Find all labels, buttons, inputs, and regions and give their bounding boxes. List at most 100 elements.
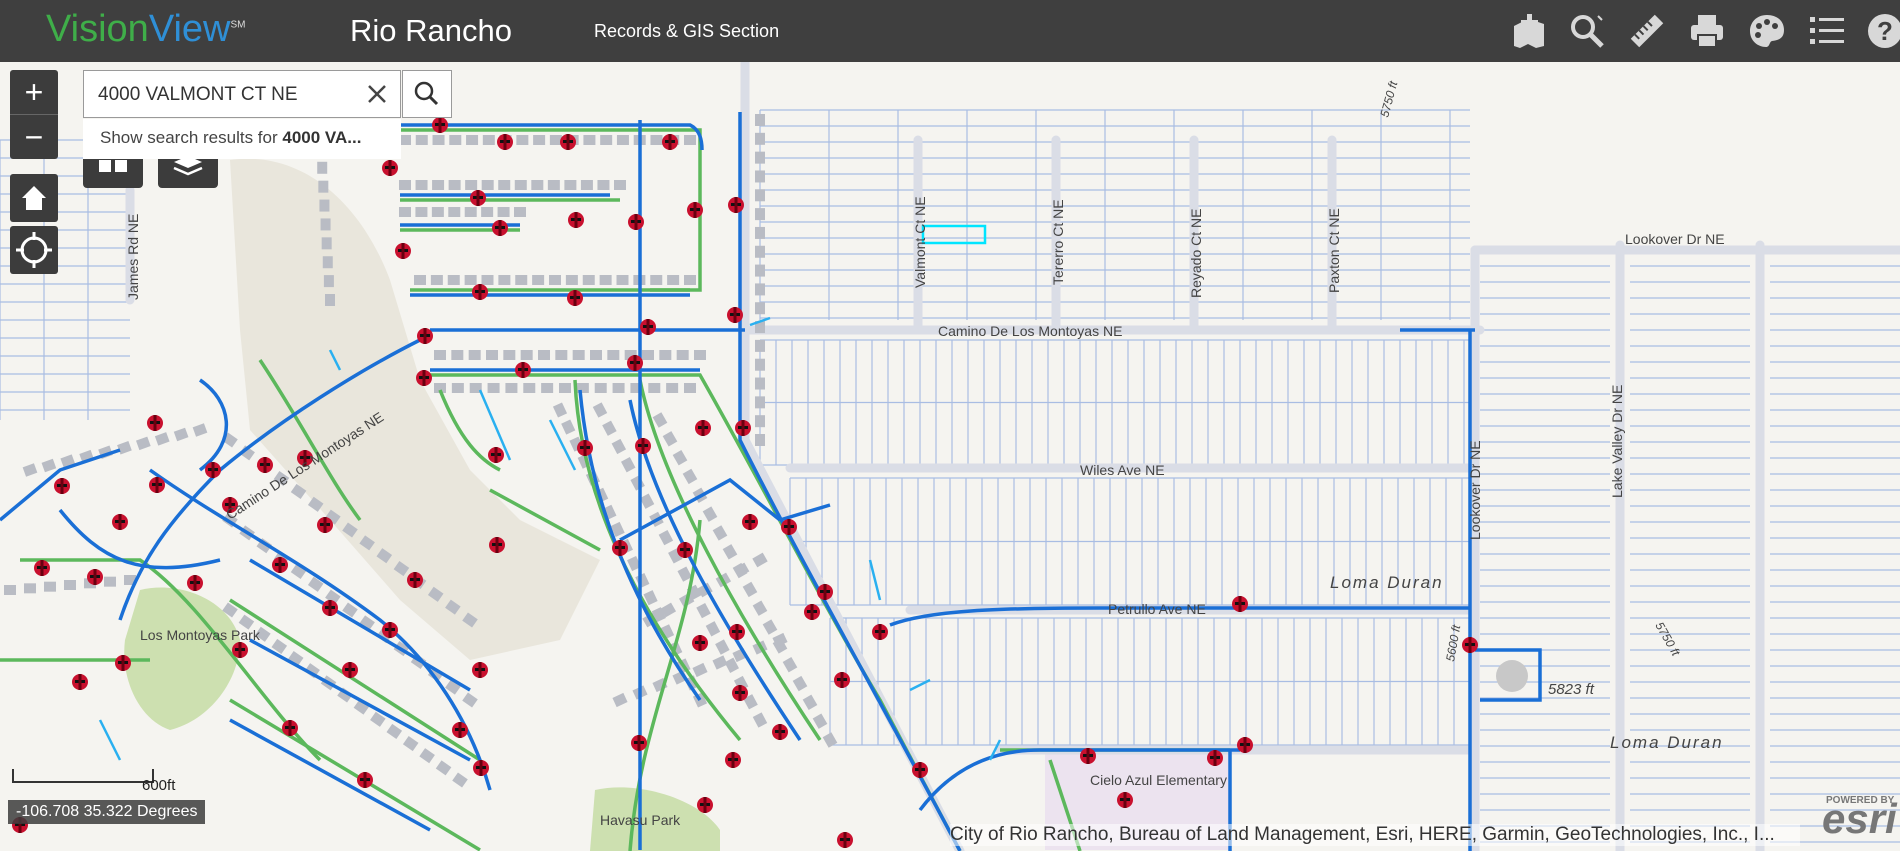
hydrant-icon[interactable] [804,604,820,620]
home-button[interactable] [10,174,58,222]
hydrant-icon[interactable] [735,420,751,436]
street-label: Wiles Ave NE [1080,462,1165,478]
hydrant-icon[interactable] [407,572,423,588]
hydrant-icon[interactable] [395,243,411,259]
zoom-out-button[interactable]: − [10,114,58,159]
hydrant-icon[interactable] [697,797,713,813]
help-icon[interactable]: ? [1866,12,1900,50]
hydrant-icon[interactable] [1207,750,1223,766]
hydrant-icon[interactable] [640,319,656,335]
hydrant-icon[interactable] [382,160,398,176]
hydrant-icon[interactable] [662,134,678,150]
hydrant-icon[interactable] [187,575,203,591]
hydrant-icon[interactable] [631,735,647,751]
hydrant-icon[interactable] [742,514,758,530]
street-label: Tererro Ct NE [1050,199,1066,285]
street-label: Reyado Ct NE [1188,209,1204,298]
add-data-icon[interactable] [1510,12,1548,50]
search-box[interactable] [83,70,401,118]
hydrant-icon[interactable] [382,622,398,638]
hydrant-icon[interactable] [837,832,853,848]
hydrant-icon[interactable] [112,514,128,530]
search-submit-button[interactable] [402,70,452,118]
hydrant-icon[interactable] [628,214,644,230]
street-label: Paxton Ct NE [1326,208,1342,293]
hydrant-icon[interactable] [34,560,50,576]
app-title: Rio Rancho [350,13,512,48]
hydrant-icon[interactable] [342,662,358,678]
hydrant-icon[interactable] [687,202,703,218]
home-icon [22,186,46,210]
hydrant-icon[interactable] [205,462,221,478]
logo-text-view: View [148,8,231,50]
hydrant-icon[interactable] [627,355,643,371]
hydrant-icon[interactable] [567,290,583,306]
hydrant-icon[interactable] [732,685,748,701]
hydrant-icon[interactable] [834,672,850,688]
hydrant-icon[interactable] [492,220,508,236]
hydrant-icon[interactable] [472,662,488,678]
hydrant-icon[interactable] [912,762,928,778]
hydrant-icon[interactable] [728,197,744,213]
hydrant-icon[interactable] [317,517,333,533]
hydrant-icon[interactable] [1080,748,1096,764]
hydrant-icon[interactable] [87,569,103,585]
hydrant-icon[interactable] [488,447,504,463]
hydrant-icon[interactable] [452,722,468,738]
hydrant-icon[interactable] [416,370,432,386]
basemap-palette-icon[interactable] [1748,12,1786,50]
hydrant-icon[interactable] [470,190,486,206]
hydrant-icon[interactable] [232,642,248,658]
hydrant-icon[interactable] [272,557,288,573]
hydrant-icon[interactable] [817,584,833,600]
search-icon [414,81,439,106]
hydrant-icon[interactable] [695,420,711,436]
hydrant-icon[interactable] [473,760,489,776]
hydrant-icon[interactable] [497,134,513,150]
hydrant-icon[interactable] [577,440,593,456]
hydrant-icon[interactable] [472,284,488,300]
hydrant-icon[interactable] [322,600,338,616]
vision-view-logo: VisionViewSM [46,8,246,51]
hydrant-icon[interactable] [257,457,273,473]
hydrant-icon[interactable] [692,635,708,651]
hydrant-icon[interactable] [1232,596,1248,612]
section-title: Records & GIS Section [594,21,780,41]
hydrant-icon[interactable] [1117,792,1133,808]
zoom-in-button[interactable]: + [10,70,58,114]
print-icon[interactable] [1688,12,1726,50]
layer-list-icon[interactable] [1808,12,1846,50]
hydrant-icon[interactable] [357,772,373,788]
hydrant-icon[interactable] [72,674,88,690]
hydrant-icon[interactable] [115,655,131,671]
hydrant-icon[interactable] [54,478,70,494]
search-suggestion[interactable]: Show search results for 4000 VA... [83,119,401,159]
hydrant-icon[interactable] [635,438,651,454]
hydrant-icon[interactable] [677,542,693,558]
measure-icon[interactable] [1628,12,1666,50]
hydrant-icon[interactable] [1462,637,1478,653]
clear-search-button[interactable] [362,79,392,109]
hydrant-icon[interactable] [872,624,888,640]
hydrant-icon[interactable] [612,540,628,556]
hydrant-icon[interactable] [282,720,298,736]
map-view[interactable]: James Rd NE Valmont Ct NE Tererro Ct NE … [0,62,1900,851]
hydrant-icon[interactable] [560,134,576,150]
search-input[interactable] [96,80,350,110]
hydrant-icon[interactable] [772,724,788,740]
hydrant-icon[interactable] [727,307,743,323]
locate-button[interactable] [10,226,58,274]
hydrant-icon[interactable] [725,752,741,768]
hydrant-icon[interactable] [489,537,505,553]
hydrant-icon[interactable] [781,519,797,535]
hydrant-icon[interactable] [147,415,163,431]
hydrant-icon[interactable] [1237,737,1253,753]
hydrant-icon[interactable] [417,328,433,344]
hydrant-icon[interactable] [432,117,448,133]
map-canvas[interactable]: James Rd NE Valmont Ct NE Tererro Ct NE … [0,62,1900,851]
hydrant-icon[interactable] [729,624,745,640]
hydrant-icon[interactable] [149,477,165,493]
hydrant-icon[interactable] [515,362,531,378]
hydrant-icon[interactable] [568,212,584,228]
search-icon[interactable] [1568,12,1606,50]
